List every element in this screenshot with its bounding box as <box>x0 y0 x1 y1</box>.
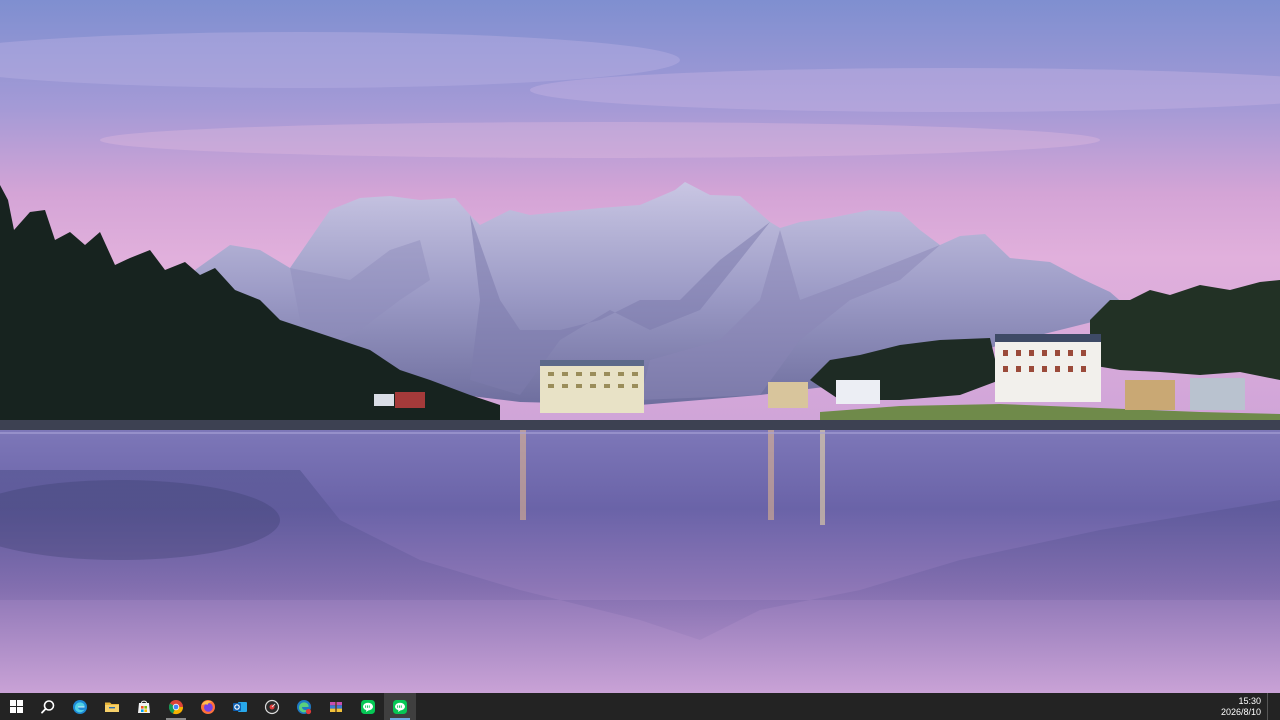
clock[interactable]: 15:30 2026/8/10 <box>1221 696 1261 718</box>
store-button[interactable] <box>128 693 160 720</box>
archive-icon <box>330 701 342 712</box>
chrome-icon <box>168 699 184 714</box>
archive-button[interactable] <box>320 693 352 720</box>
clock-date: 2026/8/10 <box>1220 706 1261 717</box>
wallpaper-image <box>0 0 1280 693</box>
folder-icon <box>105 702 119 712</box>
recorder-button[interactable] <box>256 693 288 720</box>
taskbar: 15:30 2026/8/10 <box>0 693 1280 720</box>
line-button[interactable] <box>352 693 384 720</box>
outlook-button[interactable] <box>224 693 256 720</box>
windows-logo-icon <box>9 700 23 713</box>
edge-beta-button[interactable] <box>288 693 320 720</box>
recorder-icon <box>264 699 280 714</box>
desktop-wallpaper <box>0 0 1280 693</box>
firefox-icon <box>201 699 215 714</box>
search-icon <box>41 699 55 714</box>
line-active-button[interactable] <box>384 693 416 720</box>
outlook-icon <box>233 701 247 712</box>
firefox-button[interactable] <box>192 693 224 720</box>
edge-beta-icon <box>297 699 312 714</box>
edge-icon <box>73 699 87 714</box>
edge-button[interactable] <box>64 693 96 720</box>
show-desktop-button[interactable] <box>1267 693 1272 720</box>
line-icon <box>361 699 375 714</box>
store-icon <box>138 700 150 713</box>
clock-time: 15:30 <box>1238 695 1261 706</box>
start-button[interactable] <box>0 693 32 720</box>
system-tray: 15:30 2026/8/10 <box>1221 693 1280 720</box>
chrome-button[interactable] <box>160 693 192 720</box>
line-icon <box>393 699 407 714</box>
search-button[interactable] <box>32 693 64 720</box>
file-explorer-button[interactable] <box>96 693 128 720</box>
